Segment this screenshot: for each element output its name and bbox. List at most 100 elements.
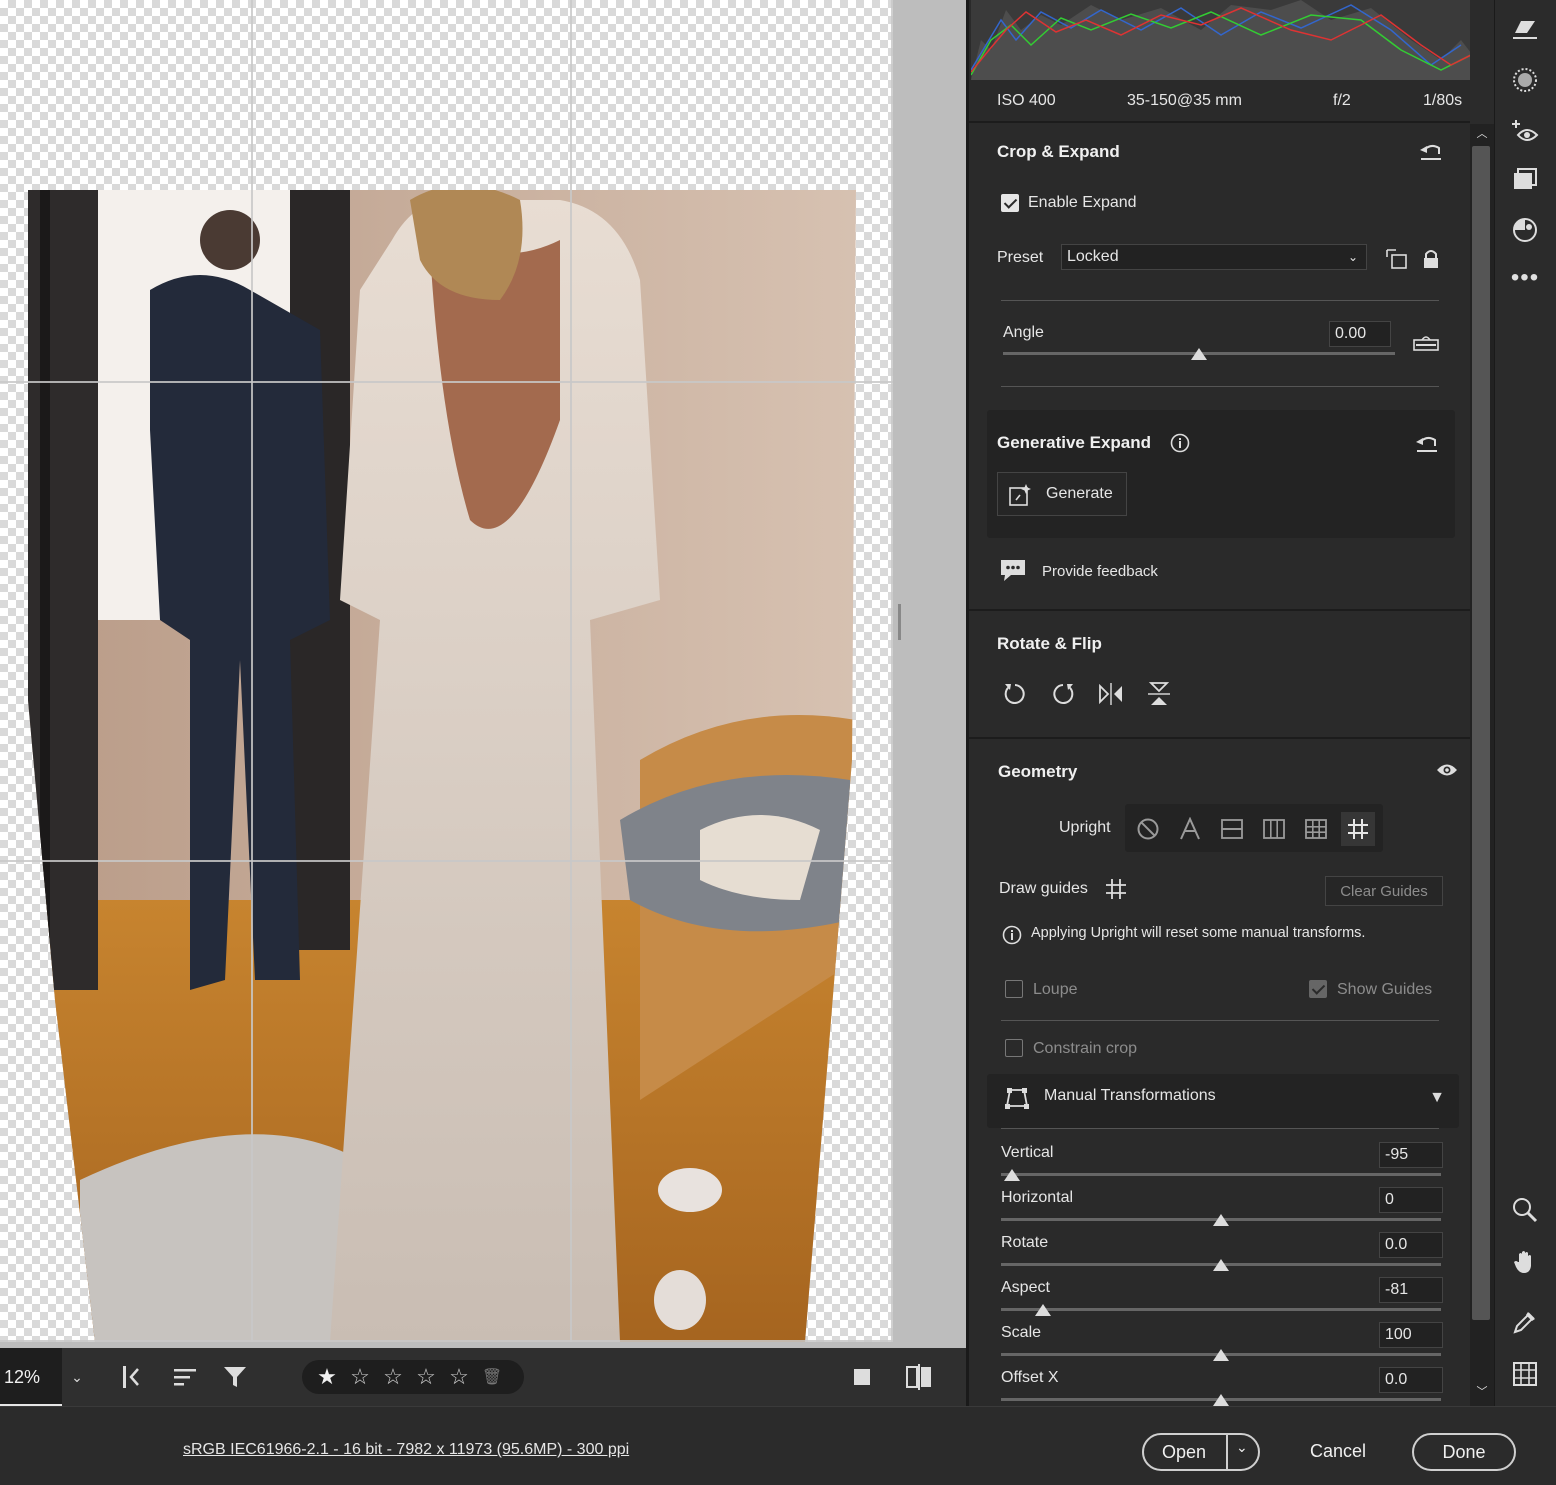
color-mixer-icon[interactable] [1509, 214, 1541, 246]
rotate-section-title[interactable]: Rotate & Flip [997, 634, 1102, 654]
rating-star-4[interactable]: ☆ [415, 1364, 437, 1390]
zoom-dropdown-icon[interactable]: ⌄ [62, 1362, 92, 1392]
show-guides-checkbox[interactable] [1309, 980, 1327, 998]
slider-value-input[interactable]: 0 [1379, 1187, 1443, 1213]
lock-icon[interactable] [1421, 246, 1441, 272]
slider-thumb[interactable] [1034, 1304, 1051, 1316]
rotate-left-icon[interactable] [1001, 680, 1029, 708]
section-divider [969, 737, 1470, 739]
eye-icon[interactable] [1435, 760, 1459, 780]
canvas-toolbar: 12% ⌄ ★ ☆ ☆ ☆ ☆ 🗑 [0, 1348, 966, 1406]
collapse-triangle-icon[interactable]: ▼ [1427, 1088, 1447, 1108]
slider-value-input[interactable]: -95 [1379, 1142, 1443, 1168]
more-options-icon[interactable]: ••• [1509, 262, 1541, 294]
rating-star-2[interactable]: ☆ [349, 1364, 371, 1390]
scroll-up-icon[interactable]: ︿ [1474, 126, 1490, 140]
sort-icon[interactable] [170, 1362, 200, 1392]
clear-guides-button[interactable]: Clear Guides [1325, 876, 1443, 906]
preset-value: Locked [1067, 248, 1119, 265]
upright-off-icon[interactable] [1131, 812, 1165, 846]
hand-tool-icon[interactable] [1509, 1246, 1541, 1278]
crop-reset-icon[interactable] [1417, 138, 1445, 166]
crop-edge-bottom[interactable] [0, 1340, 893, 1342]
slider-value-input[interactable]: 100 [1379, 1322, 1443, 1348]
geometry-section-title[interactable]: Geometry [998, 762, 1077, 782]
open-split-divider [1226, 1435, 1228, 1469]
red-eye-icon[interactable] [1509, 116, 1541, 148]
slider-thumb[interactable] [1213, 1259, 1229, 1271]
slider-value-input[interactable]: 0.0 [1379, 1367, 1443, 1393]
slider-thumb[interactable] [1213, 1214, 1229, 1226]
crop-grid-line [0, 860, 893, 862]
open-button[interactable]: Open ⌄ [1142, 1433, 1260, 1471]
upright-full-icon[interactable] [1299, 812, 1333, 846]
crop-orientation-icon[interactable] [1383, 246, 1411, 272]
section-divider [969, 121, 1470, 123]
straighten-tool-icon[interactable] [1411, 330, 1441, 354]
grid-overlay-icon[interactable] [1509, 1358, 1541, 1390]
scroll-down-icon[interactable]: ﹀ [1474, 1384, 1490, 1398]
slider-thumb[interactable] [1004, 1169, 1020, 1181]
presets-icon[interactable] [1509, 164, 1541, 196]
open-label: Open [1162, 1441, 1207, 1462]
slider-value-input[interactable]: -81 [1379, 1277, 1443, 1303]
filter-icon[interactable] [220, 1362, 250, 1392]
info-icon [1001, 924, 1023, 946]
upright-info-text: Applying Upright will reset some manual … [1031, 925, 1366, 941]
loupe-label: Loupe [1033, 981, 1078, 998]
exif-iso: ISO 400 [997, 92, 1056, 109]
constrain-crop-checkbox[interactable] [1005, 1039, 1023, 1057]
crop-edge-right[interactable] [891, 0, 893, 1342]
slider-thumb[interactable] [1213, 1394, 1229, 1406]
constrain-crop-label: Constrain crop [1033, 1040, 1138, 1057]
eyedropper-icon[interactable] [1509, 1306, 1541, 1338]
draw-guides-icon[interactable] [1103, 876, 1129, 902]
slider-track[interactable] [1001, 1308, 1441, 1311]
workflow-options-link[interactable]: sRGB IEC61966-2.1 - 16 bit - 7982 x 1197… [183, 1441, 629, 1459]
eraser-icon[interactable] [1509, 14, 1541, 46]
angle-label: Angle [1003, 324, 1044, 341]
trash-icon[interactable]: 🗑 [481, 1367, 503, 1387]
zoom-tool-icon[interactable] [1509, 1194, 1541, 1226]
cancel-button[interactable]: Cancel [1310, 1441, 1366, 1462]
loupe-checkbox[interactable] [1005, 980, 1023, 998]
slider-track[interactable] [1001, 1173, 1441, 1176]
angle-input[interactable]: 0.00 [1329, 321, 1391, 347]
angle-slider-thumb[interactable] [1191, 348, 1207, 360]
enable-expand-checkbox[interactable] [1001, 194, 1019, 212]
rating-star-5[interactable]: ☆ [448, 1364, 470, 1390]
flip-vertical-icon[interactable] [1145, 680, 1173, 708]
slider-label: Aspect [1001, 1279, 1050, 1296]
done-button[interactable]: Done [1412, 1433, 1516, 1471]
rating-star-3[interactable]: ☆ [382, 1364, 404, 1390]
upright-label: Upright [1059, 819, 1111, 836]
upright-vertical-icon[interactable] [1257, 812, 1291, 846]
crop-section-title[interactable]: Crop & Expand [997, 142, 1120, 162]
panel-scroll-thumb[interactable] [1472, 146, 1490, 1320]
upright-auto-icon[interactable] [1173, 812, 1207, 846]
filmstrip-toggle-icon[interactable] [118, 1362, 148, 1392]
image-canvas[interactable] [0, 0, 966, 1348]
generative-reset-icon[interactable] [1413, 430, 1441, 458]
slider-label: Scale [1001, 1324, 1042, 1341]
view-mode-icon[interactable] [848, 1362, 878, 1392]
flip-horizontal-icon[interactable] [1097, 680, 1125, 708]
rating-star-1[interactable]: ★ [316, 1364, 338, 1390]
open-options-chevron-icon[interactable]: ⌄ [1236, 1439, 1248, 1456]
upright-level-icon[interactable] [1215, 812, 1249, 846]
provide-feedback-link[interactable]: Provide feedback [1042, 563, 1158, 580]
zoom-level[interactable]: 12% [0, 1348, 62, 1406]
crop-grid-line [570, 0, 572, 1342]
upright-guided-icon[interactable] [1341, 812, 1375, 846]
info-icon[interactable] [1169, 432, 1191, 454]
masking-icon[interactable] [1509, 64, 1541, 96]
crop-side-handle[interactable] [898, 604, 901, 640]
tool-strip: ••• [1494, 0, 1556, 1406]
slider-thumb[interactable] [1213, 1349, 1229, 1361]
before-after-icon[interactable] [904, 1362, 934, 1392]
feedback-icon[interactable] [999, 556, 1027, 584]
exif-lens: 35-150@35 mm [1127, 92, 1242, 109]
rotate-right-icon[interactable] [1049, 680, 1077, 708]
slider-value-input[interactable]: 0.0 [1379, 1232, 1443, 1258]
preset-select[interactable]: Locked ⌄ [1061, 244, 1367, 270]
